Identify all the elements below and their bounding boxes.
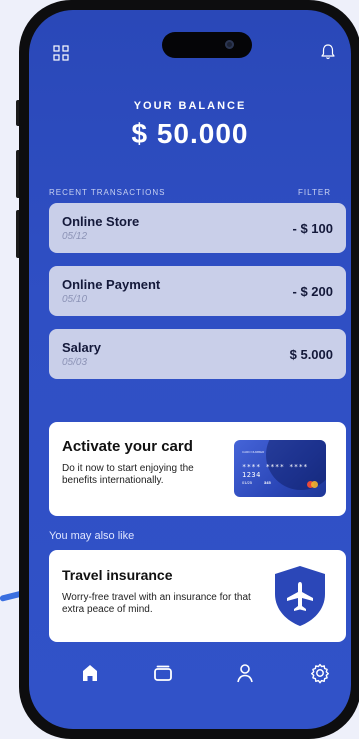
transaction-name: Salary bbox=[62, 340, 102, 355]
activate-card-description: Do it now to start enjoying the benefits… bbox=[62, 463, 194, 486]
transaction-date: 05/10 bbox=[62, 294, 88, 305]
transactions-header: RECENT TRANSACTIONS FILTER bbox=[49, 188, 331, 197]
bell-icon[interactable] bbox=[319, 43, 337, 61]
phone-frame: YOUR BALANCE $ 50.000 RECENT TRANSACTION… bbox=[19, 0, 359, 739]
home-icon[interactable] bbox=[79, 662, 101, 684]
suggestions-label: You may also like bbox=[49, 530, 135, 542]
transaction-item[interactable]: Salary 05/03 $ 5.000 bbox=[49, 329, 346, 379]
activate-card-title: Activate your card bbox=[62, 438, 193, 455]
grid-icon[interactable] bbox=[53, 45, 69, 61]
filter-button[interactable]: FILTER bbox=[298, 188, 331, 197]
transaction-date: 05/03 bbox=[62, 357, 88, 368]
balance-value: $ 50.000 bbox=[131, 118, 249, 149]
transaction-name: Online Payment bbox=[62, 277, 161, 292]
dynamic-island bbox=[162, 32, 252, 58]
camera-icon bbox=[225, 40, 234, 49]
transaction-item[interactable]: Online Store 05/12 - $ 100 bbox=[49, 203, 346, 253]
card-expiry: 01/25 bbox=[242, 480, 253, 485]
transaction-amount: - $ 100 bbox=[292, 221, 333, 236]
cards-icon[interactable] bbox=[152, 662, 174, 684]
activate-card-banner[interactable]: Activate your card Do it now to start en… bbox=[49, 422, 346, 516]
transaction-amount: - $ 200 bbox=[292, 284, 333, 299]
travel-insurance-title: Travel insurance bbox=[62, 567, 173, 583]
transactions-title: RECENT TRANSACTIONS bbox=[49, 188, 166, 197]
transaction-date: 05/12 bbox=[62, 231, 88, 242]
travel-insurance-description: Worry-free travel with an insurance for … bbox=[62, 592, 251, 615]
credit-card-image: CARD NUMBER **** **** **** 1234 01/25 34… bbox=[234, 440, 326, 497]
app-screen: YOUR BALANCE $ 50.000 RECENT TRANSACTION… bbox=[29, 10, 351, 729]
transaction-name: Online Store bbox=[62, 214, 140, 229]
card-cvv: 345 bbox=[264, 480, 271, 485]
bottom-tab-bar bbox=[29, 650, 351, 690]
card-holder-label: CARD NUMBER bbox=[242, 450, 265, 454]
settings-icon[interactable] bbox=[309, 662, 331, 684]
app-stage: YOUR BALANCE $ 50.000 RECENT TRANSACTION… bbox=[0, 0, 359, 739]
balance-label: YOUR BALANCE bbox=[133, 100, 247, 112]
card-number: **** **** **** 1234 bbox=[242, 463, 309, 479]
travel-insurance-banner[interactable]: Travel insurance Worry-free travel with … bbox=[49, 550, 346, 642]
card-brand-icon bbox=[311, 481, 318, 488]
airplane-shield-icon bbox=[275, 566, 325, 626]
transaction-amount: $ 5.000 bbox=[289, 347, 333, 362]
transaction-item[interactable]: Online Payment 05/10 - $ 200 bbox=[49, 266, 346, 316]
profile-icon[interactable] bbox=[234, 662, 256, 684]
